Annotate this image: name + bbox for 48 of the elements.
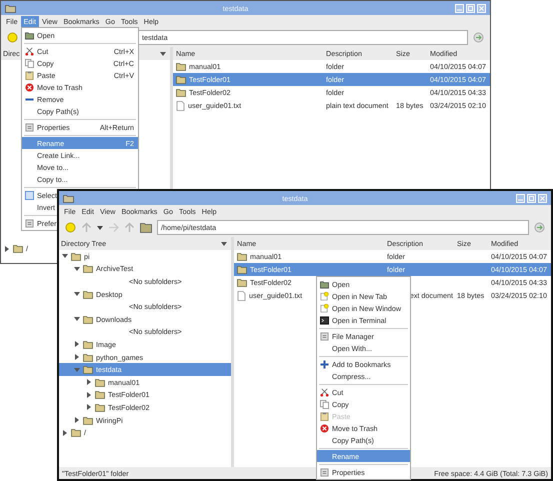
copy-icon [320,400,329,408]
dropdown-caret-icon [160,52,166,56]
select-all-icon [25,190,34,200]
collapsed-arrow-icon[interactable] [74,417,80,424]
delete-icon [25,82,34,92]
copy-icon [25,58,34,68]
plus-icon [320,360,329,368]
folder-icon [83,314,93,324]
expanded-arrow-icon[interactable] [62,253,68,260]
collapsed-arrow-icon[interactable] [4,246,10,252]
settings-icon [320,332,329,340]
expanded-arrow-icon[interactable] [74,266,80,272]
settings-icon [25,218,34,228]
folder-icon [25,30,34,40]
clipboard-icon [25,70,34,80]
settings-icon [320,468,329,476]
collapsed-arrow-icon[interactable] [74,354,80,360]
home-folder-icon[interactable] [140,222,152,233]
new-item-icon [320,291,329,301]
collapsed-arrow-icon[interactable] [86,392,92,398]
scissors-icon [25,46,34,56]
folder-icon [63,194,74,202]
document-icon [237,290,246,300]
folder-icon [5,4,16,12]
clipboard-icon [320,412,329,420]
expanded-arrow-icon[interactable] [74,316,80,322]
folder-icon [13,244,23,254]
new-item-icon [320,303,329,313]
close-icon[interactable] [538,194,547,202]
document-icon [176,100,185,110]
minimize-icon[interactable] [516,194,525,202]
expanded-arrow-icon[interactable] [74,291,80,298]
caret-icon[interactable] [97,226,103,230]
collapsed-arrow-icon[interactable] [86,404,92,410]
maximize-icon[interactable] [466,4,475,12]
collapsed-arrow-icon[interactable] [74,341,80,348]
terminal-icon [320,316,329,324]
folder-icon [83,290,93,299]
collapsed-arrow-icon[interactable] [62,430,68,436]
close-icon[interactable] [477,4,486,12]
folder-icon [320,280,329,288]
dropdown-caret-icon [221,242,227,246]
collapsed-arrow-icon[interactable] [86,379,92,386]
maximize-icon[interactable] [527,194,536,202]
minimize-icon[interactable] [455,4,464,12]
delete-icon [320,424,329,432]
settings-icon [25,122,34,132]
scissors-icon [320,388,329,396]
